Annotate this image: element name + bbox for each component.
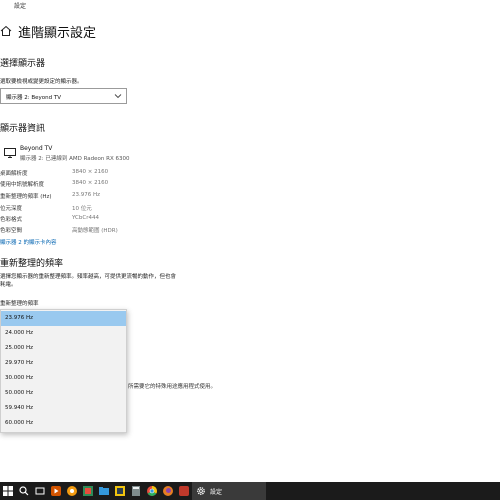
home-icon[interactable]	[0, 25, 12, 37]
info-row-bit-depth: 位元深度 10 位元	[0, 204, 200, 214]
page-header: 進階顯示設定	[0, 22, 300, 44]
search-button[interactable]	[16, 482, 32, 500]
display-select[interactable]: 顯示器 2: Beyond TV	[0, 88, 127, 104]
taskbar-app-calculator[interactable]	[128, 482, 144, 500]
obscured-description-text: 所需要它的特殊用途應用程式使用。	[128, 384, 217, 390]
refresh-rate-option[interactable]: 30.000 Hz	[1, 371, 126, 386]
taskbar: 設定	[0, 482, 500, 500]
folder-icon	[99, 487, 109, 495]
display-select-value: 顯示器 2: Beyond TV	[6, 95, 61, 101]
refresh-rate-field-label: 重新整理的頻率	[0, 301, 39, 307]
settings-window: { "window": { "title": "設定" }, "header":…	[0, 0, 500, 500]
start-button[interactable]	[0, 482, 16, 500]
search-icon	[19, 486, 29, 496]
info-label: 重新整理的頻率 (Hz)	[0, 194, 52, 200]
store-app-icon	[83, 486, 93, 496]
media-app-icon	[51, 486, 61, 496]
refresh-rate-option[interactable]: 60.000 Hz	[1, 416, 126, 431]
refresh-rate-option-label: 59.940 Hz	[5, 405, 34, 411]
info-label: 使用中訊號解析度	[0, 182, 45, 188]
refresh-rate-description-line2: 耗電。	[0, 282, 17, 288]
taskbar-app-notes[interactable]	[112, 482, 128, 500]
refresh-rate-heading: 重新整理的頻率	[0, 259, 64, 269]
info-row-desktop-resolution: 桌面解析度 3840 × 2160	[0, 169, 200, 179]
refresh-rate-option-label: 24.000 Hz	[5, 330, 34, 336]
game-app-icon	[67, 486, 77, 496]
info-row-color-format: 色彩格式 YCbCr444	[0, 215, 200, 225]
firefox-icon	[163, 486, 173, 496]
adapter-properties-link[interactable]: 顯示器 2 的顯示卡內容	[0, 238, 57, 246]
windows-logo-icon	[3, 486, 13, 496]
window-title: 設定	[14, 3, 27, 10]
taskbar-app-other[interactable]	[176, 482, 192, 500]
select-display-description: 選取要檢視或變更設定的顯示器。	[0, 79, 83, 85]
taskbar-settings-label: 設定	[210, 489, 223, 496]
taskbar-app-files[interactable]	[96, 482, 112, 500]
info-value: YCbCr444	[72, 215, 99, 221]
page-title: 進階顯示設定	[18, 26, 97, 41]
refresh-rate-option[interactable]: 24.000 Hz	[1, 326, 126, 341]
refresh-rate-option-label: 60.000 Hz	[5, 420, 34, 426]
refresh-rate-dropdown-list[interactable]: 23.976 Hz 24.000 Hz 25.000 Hz 29.970 Hz …	[0, 309, 127, 433]
info-value: 23.976 Hz	[72, 192, 101, 198]
device-subtitle: 顯示器 2: 已連線到 AMD Radeon RX 6300	[20, 156, 130, 162]
refresh-rate-option-label: 50.000 Hz	[5, 390, 34, 396]
refresh-rate-option-label: 23.976 Hz	[5, 315, 34, 321]
taskbar-app-store[interactable]	[80, 482, 96, 500]
taskbar-app-firefox[interactable]	[160, 482, 176, 500]
calculator-icon	[132, 486, 140, 496]
select-display-heading: 選擇顯示器	[0, 59, 46, 69]
refresh-rate-option[interactable]: 29.970 Hz	[1, 356, 126, 371]
task-view-button[interactable]	[32, 482, 48, 500]
taskbar-app-chrome[interactable]	[144, 482, 160, 500]
info-row-color-space: 色彩空間 高動態範圍 (HDR)	[0, 226, 200, 236]
info-row-refresh-rate: 重新整理的頻率 (Hz) 23.976 Hz	[0, 192, 200, 202]
info-label: 位元深度	[0, 206, 23, 212]
monitor-icon	[4, 148, 16, 158]
refresh-rate-option[interactable]: 50.000 Hz	[1, 386, 126, 401]
info-value: 3840 × 2160	[72, 180, 109, 186]
chevron-down-icon	[114, 94, 122, 99]
info-value: 3840 × 2160	[72, 169, 109, 175]
info-value: 高動態範圍 (HDR)	[72, 228, 118, 234]
taskbar-app-game[interactable]	[64, 482, 80, 500]
refresh-rate-option-label: 30.000 Hz	[5, 375, 34, 381]
device-name: Beyond TV	[20, 145, 53, 152]
notes-app-icon	[115, 486, 125, 496]
gear-icon	[197, 487, 205, 495]
title-bar: 設定	[0, 0, 500, 14]
refresh-rate-option[interactable]: 59.940 Hz	[1, 401, 126, 416]
taskbar-app-settings[interactable]: 設定	[192, 482, 266, 500]
info-label: 色彩空間	[0, 228, 23, 234]
taskbar-app-media[interactable]	[48, 482, 64, 500]
refresh-rate-description-line1: 選擇您顯示器的重新整理頻率。頻率越高，可提供更流暢的動作，但也會	[0, 274, 177, 280]
refresh-rate-option-label: 25.000 Hz	[5, 345, 34, 351]
refresh-rate-option[interactable]: 23.976 Hz	[1, 311, 126, 326]
app-icon	[179, 486, 189, 496]
info-value: 10 位元	[72, 206, 92, 212]
info-label: 桌面解析度	[0, 171, 28, 177]
chrome-icon	[147, 486, 157, 496]
refresh-rate-option-label: 29.970 Hz	[5, 360, 34, 366]
display-info-heading: 顯示器資訊	[0, 124, 46, 134]
info-label: 色彩格式	[0, 217, 23, 223]
info-row-active-signal-resolution: 使用中訊號解析度 3840 × 2160	[0, 180, 200, 190]
refresh-rate-option[interactable]: 25.000 Hz	[1, 341, 126, 356]
task-view-icon	[35, 487, 45, 495]
